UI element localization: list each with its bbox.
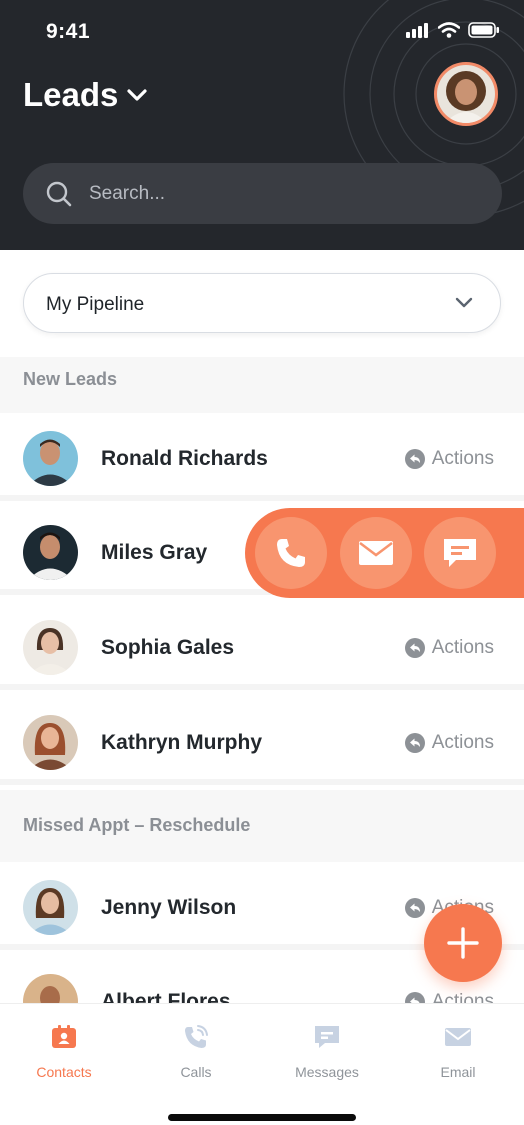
avatar: [23, 620, 78, 675]
messages-icon: [277, 1022, 377, 1052]
lead-name: Miles Gray: [101, 541, 208, 564]
avatar-image: [23, 525, 78, 580]
tab-label: Messages: [295, 1064, 359, 1080]
avatar: [23, 880, 78, 935]
pipeline-select[interactable]: My Pipeline: [23, 273, 501, 333]
reply-icon: [404, 638, 425, 658]
search-bar[interactable]: [23, 163, 502, 224]
user-avatar-image: [437, 65, 495, 123]
phone-icon: [277, 539, 305, 567]
avatar-image: [23, 880, 78, 935]
avatar: [23, 525, 78, 580]
message-icon: [444, 539, 476, 567]
avatar: [23, 715, 78, 770]
chevron-down-icon: [127, 89, 147, 101]
status-time: 9:41: [46, 20, 91, 43]
search-input[interactable]: [89, 163, 469, 224]
actions-button[interactable]: Actions: [404, 732, 494, 754]
tab-email[interactable]: Email: [408, 1022, 508, 1080]
lead-name: Sophia Gales: [101, 636, 235, 659]
actions-label: Actions: [431, 732, 494, 753]
avatar-image: [23, 715, 78, 770]
email-button[interactable]: [340, 517, 412, 589]
status-icons: [406, 22, 500, 38]
plus-icon: [447, 927, 479, 959]
page-title: Leads: [23, 76, 119, 113]
app-header: 9:41 Leads: [0, 0, 524, 250]
lead-name: Ronald Richards: [101, 447, 268, 470]
actions-label: Actions: [431, 637, 494, 658]
lead-name: Jenny Wilson: [101, 896, 237, 919]
tab-label: Calls: [180, 1064, 212, 1080]
pipeline-selected-value: My Pipeline: [46, 294, 145, 315]
add-lead-button[interactable]: [424, 904, 502, 982]
calls-icon: [146, 1022, 246, 1052]
reply-icon: [404, 733, 425, 753]
lead-row[interactable]: Ronald Richards Actions: [0, 413, 524, 501]
tab-label: Email: [440, 1064, 476, 1080]
swipe-actions-panel: [245, 508, 524, 598]
actions-label: Actions: [431, 448, 494, 469]
home-indicator[interactable]: [168, 1114, 356, 1121]
actions-button[interactable]: Actions: [404, 637, 494, 659]
email-icon: [408, 1022, 508, 1052]
wifi-icon: [438, 22, 460, 38]
section-header-new-leads: New Leads: [0, 357, 524, 413]
section-label: Missed Appt – Reschedule: [23, 815, 251, 835]
search-icon: [46, 181, 72, 207]
section-header-missed-appt: Missed Appt – Reschedule: [0, 790, 524, 862]
reply-icon: [404, 898, 425, 918]
avatar-image: [23, 431, 78, 486]
actions-button[interactable]: Actions: [404, 448, 494, 470]
battery-icon: [468, 22, 499, 38]
tab-contacts[interactable]: Contacts: [14, 1022, 114, 1080]
mail-icon: [359, 541, 393, 565]
message-button[interactable]: [424, 517, 496, 589]
bottom-tab-bar: Contacts Calls Messages Email: [0, 1003, 524, 1125]
tab-label: Contacts: [36, 1064, 92, 1080]
call-button[interactable]: [255, 517, 327, 589]
chevron-down-icon: [455, 297, 473, 308]
tab-calls[interactable]: Calls: [146, 1022, 246, 1080]
avatar-image: [23, 620, 78, 675]
avatar: [23, 431, 78, 486]
tab-messages[interactable]: Messages: [277, 1022, 377, 1080]
status-bar: 9:41: [0, 0, 524, 64]
section-label: New Leads: [23, 369, 118, 389]
contacts-icon: [14, 1022, 114, 1052]
lead-row[interactable]: Kathryn Murphy Actions: [0, 697, 524, 785]
lead-name: Kathryn Murphy: [101, 731, 263, 754]
lead-row[interactable]: Sophia Gales Actions: [0, 602, 524, 690]
reply-icon: [404, 449, 425, 469]
cellular-signal-icon: [406, 23, 428, 38]
title-dropdown[interactable]: Leads: [23, 76, 148, 114]
user-avatar[interactable]: [434, 62, 498, 126]
